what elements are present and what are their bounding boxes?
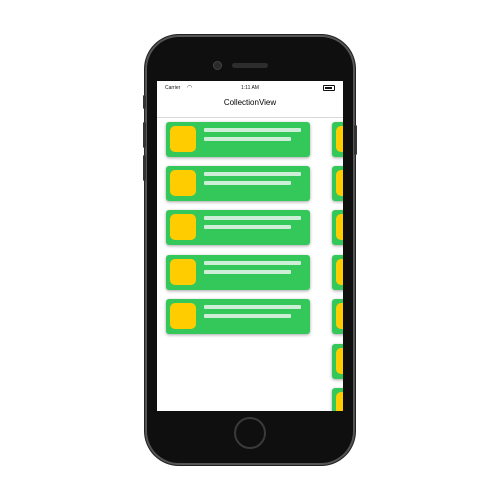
cell-subtitle-placeholder (204, 225, 291, 229)
cell-subtitle-placeholder (204, 270, 291, 274)
cell-thumbnail (336, 214, 343, 240)
navigation-bar: CollectionView (157, 95, 343, 118)
status-time: 1:11 AM (241, 85, 259, 91)
collection-cell[interactable] (166, 166, 310, 201)
cell-title-placeholder (204, 305, 301, 309)
volume-up-button (143, 122, 146, 148)
collection-cell[interactable] (166, 210, 310, 245)
power-button (354, 125, 357, 155)
collection-cell-partial[interactable] (332, 299, 343, 334)
front-camera (213, 61, 222, 70)
cell-subtitle-placeholder (204, 137, 291, 141)
cell-title-placeholder (204, 128, 301, 132)
cell-thumbnail (170, 170, 196, 196)
cell-thumbnail (336, 303, 343, 329)
battery-icon (323, 85, 335, 91)
cell-thumbnail (336, 259, 343, 285)
home-button[interactable] (234, 417, 266, 449)
cell-thumbnail (170, 259, 196, 285)
collection-cell-partial[interactable] (332, 210, 343, 245)
cell-thumbnail (336, 392, 343, 411)
collection-cell-partial[interactable] (332, 388, 343, 411)
nav-title: CollectionView (223, 98, 277, 107)
cell-title-placeholder (204, 172, 301, 176)
cell-thumbnail (170, 214, 196, 240)
collection-cell[interactable] (166, 122, 310, 157)
cell-thumbnail (170, 126, 196, 152)
cell-thumbnail (336, 170, 343, 196)
mute-switch (143, 95, 146, 109)
collection-cell-partial[interactable] (332, 344, 343, 379)
cell-thumbnail (170, 303, 196, 329)
collection-cell[interactable] (166, 255, 310, 290)
earpiece-speaker (232, 63, 268, 68)
cell-subtitle-placeholder (204, 314, 291, 318)
collection-cell[interactable] (166, 299, 310, 334)
collection-cell-partial[interactable] (332, 166, 343, 201)
cell-thumbnail (336, 126, 343, 152)
status-bar: Carrier ◠ 1:11 AM (157, 81, 343, 95)
cell-thumbnail (336, 348, 343, 374)
collection-cell-partial[interactable] (332, 255, 343, 290)
collection-cell-partial[interactable] (332, 122, 343, 157)
volume-down-button (143, 155, 146, 181)
screen: Carrier ◠ 1:11 AM CollectionView (157, 81, 343, 411)
cell-title-placeholder (204, 216, 301, 220)
cell-subtitle-placeholder (204, 181, 291, 185)
cell-title-placeholder (204, 261, 301, 265)
